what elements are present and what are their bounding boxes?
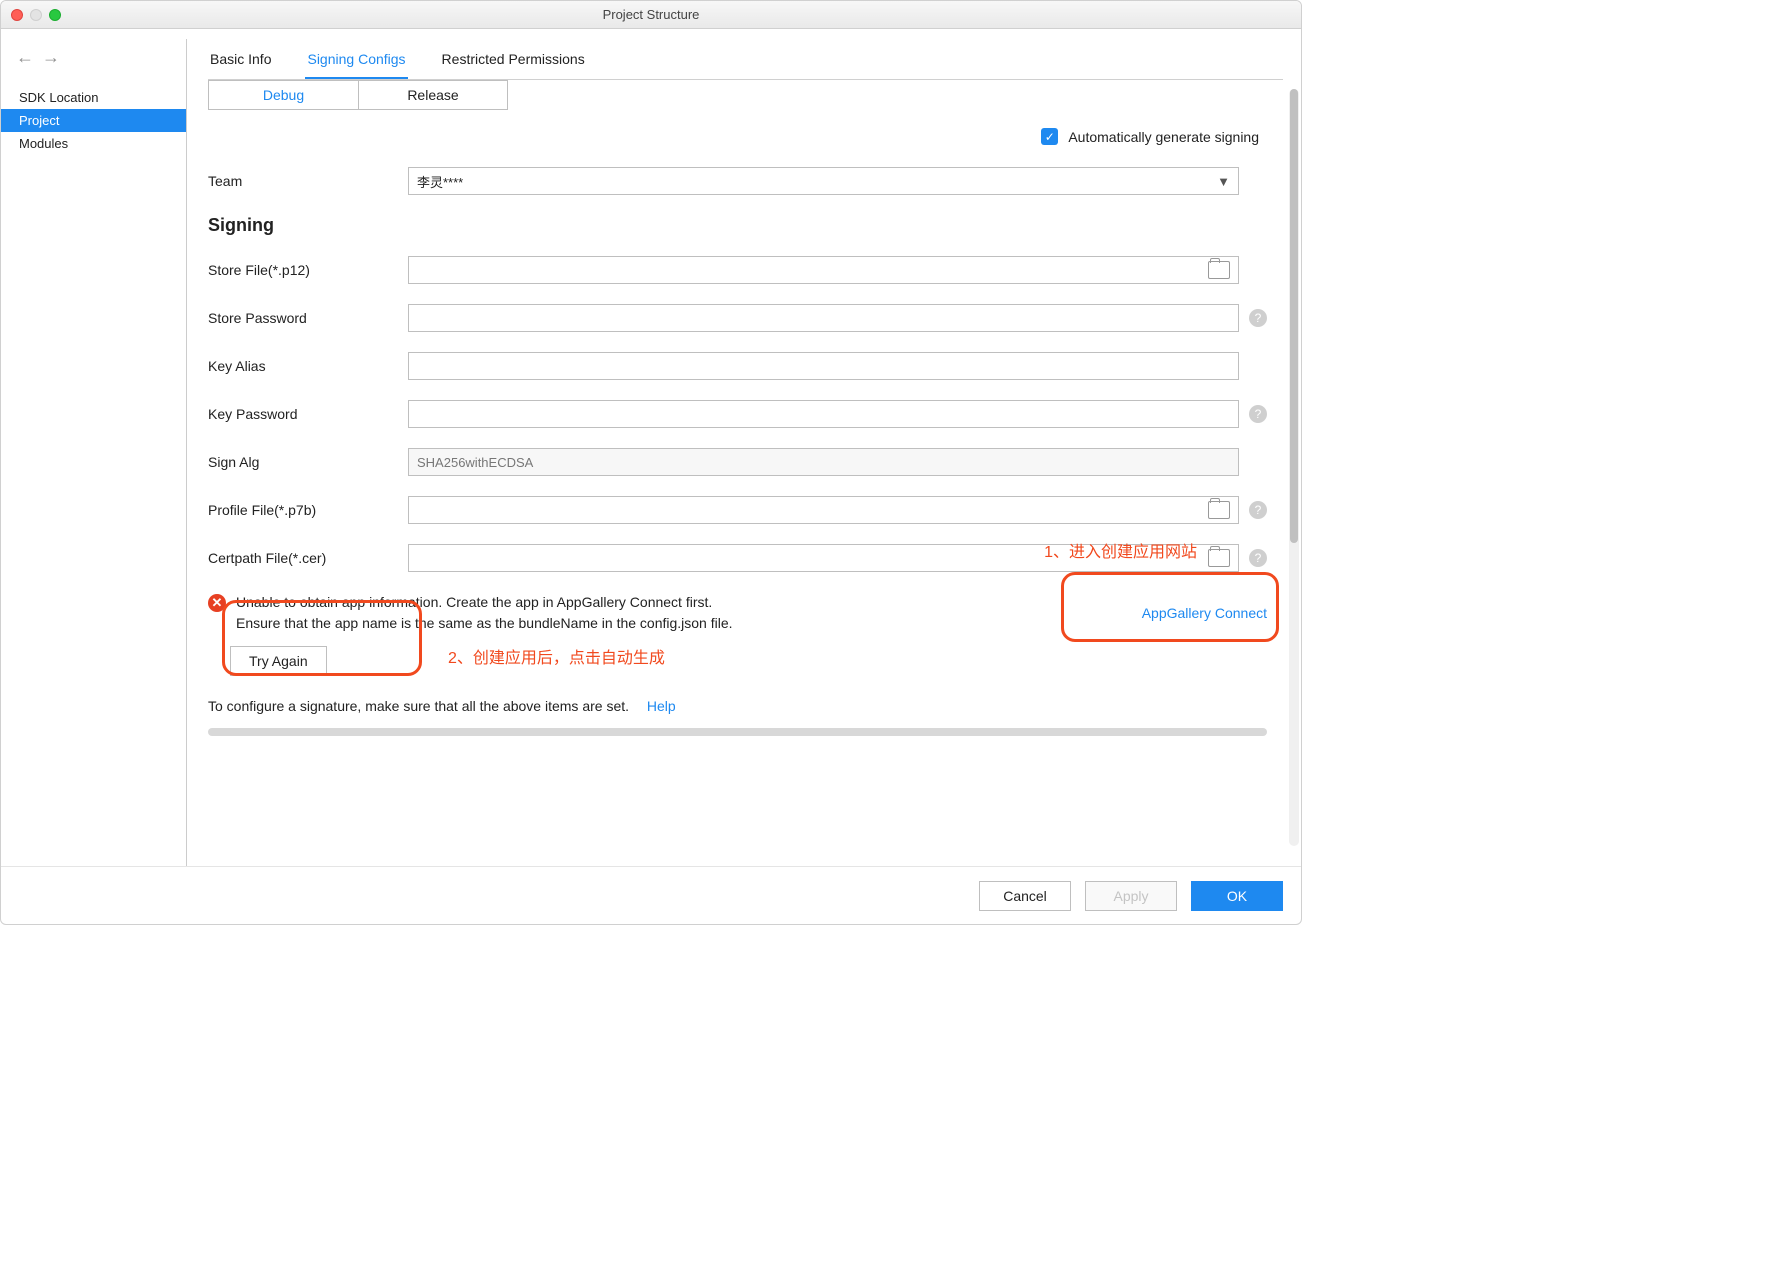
- dialog-footer: Cancel Apply OK: [1, 866, 1301, 924]
- key-password-label: Key Password: [208, 406, 408, 422]
- ok-button[interactable]: OK: [1191, 881, 1283, 911]
- certpath-file-label: Certpath File(*.cer): [208, 550, 408, 566]
- profile-file-label: Profile File(*.p7b): [208, 502, 408, 518]
- team-select[interactable]: 李灵**** ▼: [408, 167, 1239, 195]
- top-tabs: Basic Info Signing Configs Restricted Pe…: [208, 41, 1283, 80]
- profile-file-input[interactable]: [408, 496, 1239, 524]
- nav-forward-icon: →: [42, 47, 60, 68]
- sidebar-item-sdk-location[interactable]: SDK Location: [1, 86, 186, 109]
- key-alias-label: Key Alias: [208, 358, 408, 374]
- autosign-checkbox[interactable]: ✓: [1041, 128, 1058, 145]
- tab-signing-configs[interactable]: Signing Configs: [305, 41, 407, 79]
- config-subtabs: Debug Release: [208, 80, 1283, 110]
- sidebar: ← → SDK Location Project Modules: [1, 29, 186, 866]
- help-icon[interactable]: ?: [1249, 549, 1267, 567]
- annotation-2: 2、创建应用后，点击自动生成: [448, 644, 665, 668]
- vertical-scrollbar[interactable]: [1289, 89, 1299, 846]
- annotation-box-1: [1061, 572, 1279, 642]
- folder-icon[interactable]: [1208, 261, 1230, 279]
- team-value: 李灵****: [417, 172, 463, 191]
- store-file-input[interactable]: [408, 256, 1239, 284]
- help-icon[interactable]: ?: [1249, 309, 1267, 327]
- window-title: Project Structure: [1, 7, 1301, 22]
- autosign-label: Automatically generate signing: [1068, 129, 1259, 145]
- dropdown-icon: ▼: [1217, 174, 1230, 189]
- nav-back-icon[interactable]: ←: [16, 47, 34, 68]
- cancel-button[interactable]: Cancel: [979, 881, 1071, 911]
- subtab-debug[interactable]: Debug: [208, 80, 358, 110]
- folder-icon[interactable]: [1208, 501, 1230, 519]
- help-icon[interactable]: ?: [1249, 405, 1267, 423]
- key-alias-input[interactable]: [408, 352, 1239, 380]
- titlebar: Project Structure: [1, 1, 1301, 29]
- horizontal-scrollbar[interactable]: [208, 728, 1267, 736]
- store-password-input[interactable]: [408, 304, 1239, 332]
- sidebar-item-modules[interactable]: Modules: [1, 132, 186, 155]
- apply-button: Apply: [1085, 881, 1177, 911]
- team-label: Team: [208, 173, 408, 189]
- help-link[interactable]: Help: [647, 698, 676, 714]
- key-password-input[interactable]: [408, 400, 1239, 428]
- signing-heading: Signing: [208, 215, 1267, 236]
- signature-hint: To configure a signature, make sure that…: [208, 698, 629, 714]
- sign-alg-input: SHA256withECDSA: [408, 448, 1239, 476]
- scrollbar-thumb[interactable]: [1290, 89, 1298, 543]
- tab-restricted-permissions[interactable]: Restricted Permissions: [440, 41, 587, 79]
- sign-alg-label: Sign Alg: [208, 454, 408, 470]
- annotation-box-2: [222, 600, 422, 676]
- subtab-release[interactable]: Release: [358, 80, 508, 110]
- help-icon[interactable]: ?: [1249, 501, 1267, 519]
- tab-basic-info[interactable]: Basic Info: [208, 41, 273, 79]
- store-password-label: Store Password: [208, 310, 408, 326]
- sidebar-item-project[interactable]: Project: [1, 109, 186, 132]
- folder-icon[interactable]: [1208, 549, 1230, 567]
- annotation-1: 1、进入创建应用网站: [1044, 538, 1197, 562]
- store-file-label: Store File(*.p12): [208, 262, 408, 278]
